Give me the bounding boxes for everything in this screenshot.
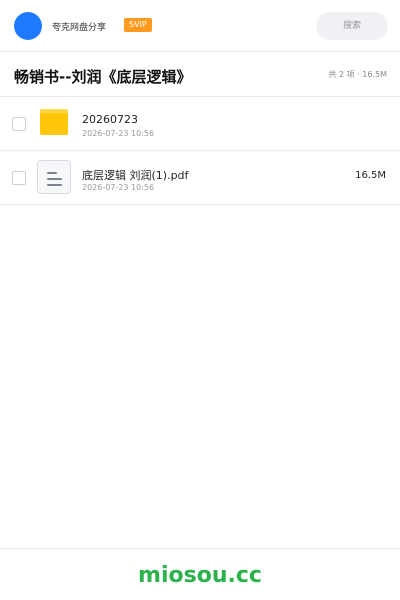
document-icon	[37, 160, 71, 194]
footer-logo[interactable]: miosou.cc	[0, 563, 400, 588]
folder-icon	[40, 109, 68, 135]
file-date: 2026-07-23 10:56	[82, 129, 155, 138]
file-name[interactable]: 底层逻辑 刘润(1).pdf	[82, 167, 188, 183]
file-name[interactable]: 20260723	[82, 113, 138, 126]
select-checkbox[interactable]	[12, 117, 26, 131]
avatar[interactable]	[14, 12, 42, 40]
search-input[interactable]: 搜索	[316, 12, 388, 40]
page-title: 畅销书--刘润《底层逻辑》	[14, 68, 192, 86]
file-size: 16.5M	[355, 170, 386, 181]
list-item[interactable]: 底层逻辑 刘润(1).pdf 2026-07-23 10:56 16.5M	[0, 151, 400, 205]
top-bar: 夸克网盘分享 SVIP 搜索	[0, 0, 400, 52]
select-checkbox[interactable]	[12, 171, 26, 185]
share-meta: 共 2 项 · 16.5M	[328, 70, 387, 79]
file-date: 2026-07-23 10:56	[82, 183, 155, 192]
title-row: 畅销书--刘润《底层逻辑》 共 2 项 · 16.5M	[0, 52, 400, 97]
search-label: 搜索	[342, 21, 361, 31]
footer: miosou.cc	[0, 548, 400, 600]
svip-badge: SVIP	[124, 18, 152, 32]
brand-name: 夸克网盘分享	[52, 23, 107, 33]
list-item[interactable]: 20260723 2026-07-23 10:56	[0, 97, 400, 151]
